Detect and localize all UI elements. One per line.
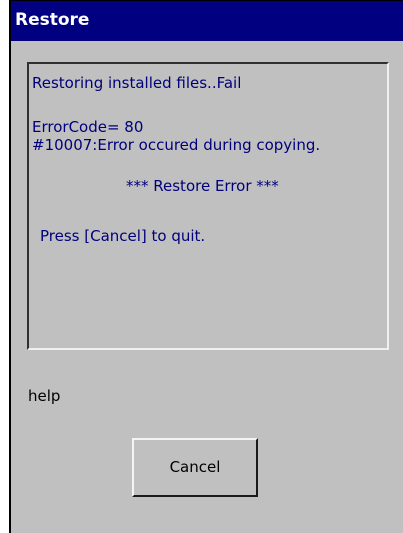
log-line-restore-error: *** Restore Error *** xyxy=(126,177,279,195)
cancel-button[interactable]: Cancel xyxy=(132,438,258,497)
help-label: help xyxy=(28,387,61,405)
log-output-box: Restoring installed files..Fail ErrorCod… xyxy=(27,62,389,350)
log-line-status: Restoring installed files..Fail xyxy=(32,74,242,92)
log-line-instruction: Press [Cancel] to quit. xyxy=(40,227,206,245)
window-title: Restore xyxy=(15,10,90,30)
log-line-error-code: ErrorCode= 80 xyxy=(32,118,144,136)
title-bar: Restore xyxy=(11,1,403,41)
log-line-error-message: #10007:Error occured during copying. xyxy=(32,136,321,154)
restore-dialog: Restore Restoring installed files..Fail … xyxy=(9,0,403,533)
